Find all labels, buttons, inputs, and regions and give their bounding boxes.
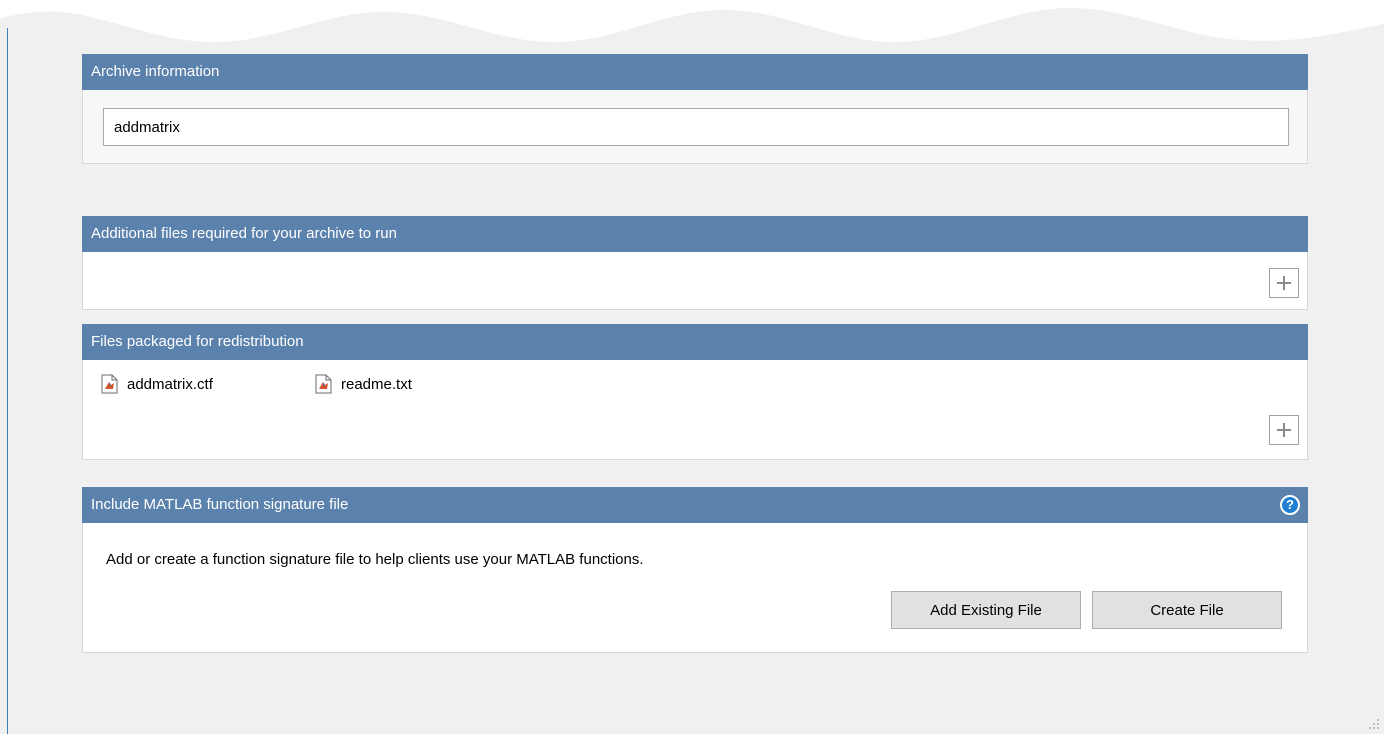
help-icon[interactable]: ?: [1280, 495, 1300, 515]
create-file-button[interactable]: Create File: [1092, 591, 1282, 629]
redistribution-files-header: Files packaged for redistribution: [82, 324, 1308, 360]
redistribution-files-body: addmatrix.ctf readme.txt: [82, 360, 1308, 460]
archive-information-body: [82, 90, 1308, 164]
resize-grip-icon[interactable]: [1368, 718, 1380, 730]
plus-icon: [1277, 276, 1291, 290]
window-left-border: [7, 28, 8, 734]
function-signature-description: Add or create a function signature file …: [106, 551, 644, 568]
additional-files-header: Additional files required for your archi…: [82, 216, 1308, 252]
additional-files-body: [82, 252, 1308, 310]
file-name: readme.txt: [341, 375, 412, 393]
function-signature-title: Include MATLAB function signature file: [91, 496, 349, 513]
torn-edge: [0, 0, 1384, 43]
add-additional-file-button[interactable]: [1269, 268, 1299, 298]
function-signature-body: [82, 523, 1308, 653]
file-icon: [315, 374, 332, 394]
file-name: addmatrix.ctf: [127, 375, 213, 393]
archive-name-input[interactable]: [103, 108, 1289, 146]
add-redistribution-file-button[interactable]: [1269, 415, 1299, 445]
file-icon: [101, 374, 118, 394]
file-item-readme-txt[interactable]: readme.txt: [315, 374, 412, 394]
plus-icon: [1277, 423, 1291, 437]
function-signature-panel: Include MATLAB function signature file ?…: [82, 487, 1308, 653]
archive-information-panel: Archive information: [82, 54, 1308, 164]
file-item-addmatrix-ctf[interactable]: addmatrix.ctf: [101, 374, 213, 394]
add-existing-file-button[interactable]: Add Existing File: [891, 591, 1081, 629]
function-signature-header: Include MATLAB function signature file ?: [82, 487, 1308, 523]
additional-files-panel: Additional files required for your archi…: [82, 216, 1308, 310]
redistribution-files-panel: Files packaged for redistribution addmat…: [82, 324, 1308, 460]
